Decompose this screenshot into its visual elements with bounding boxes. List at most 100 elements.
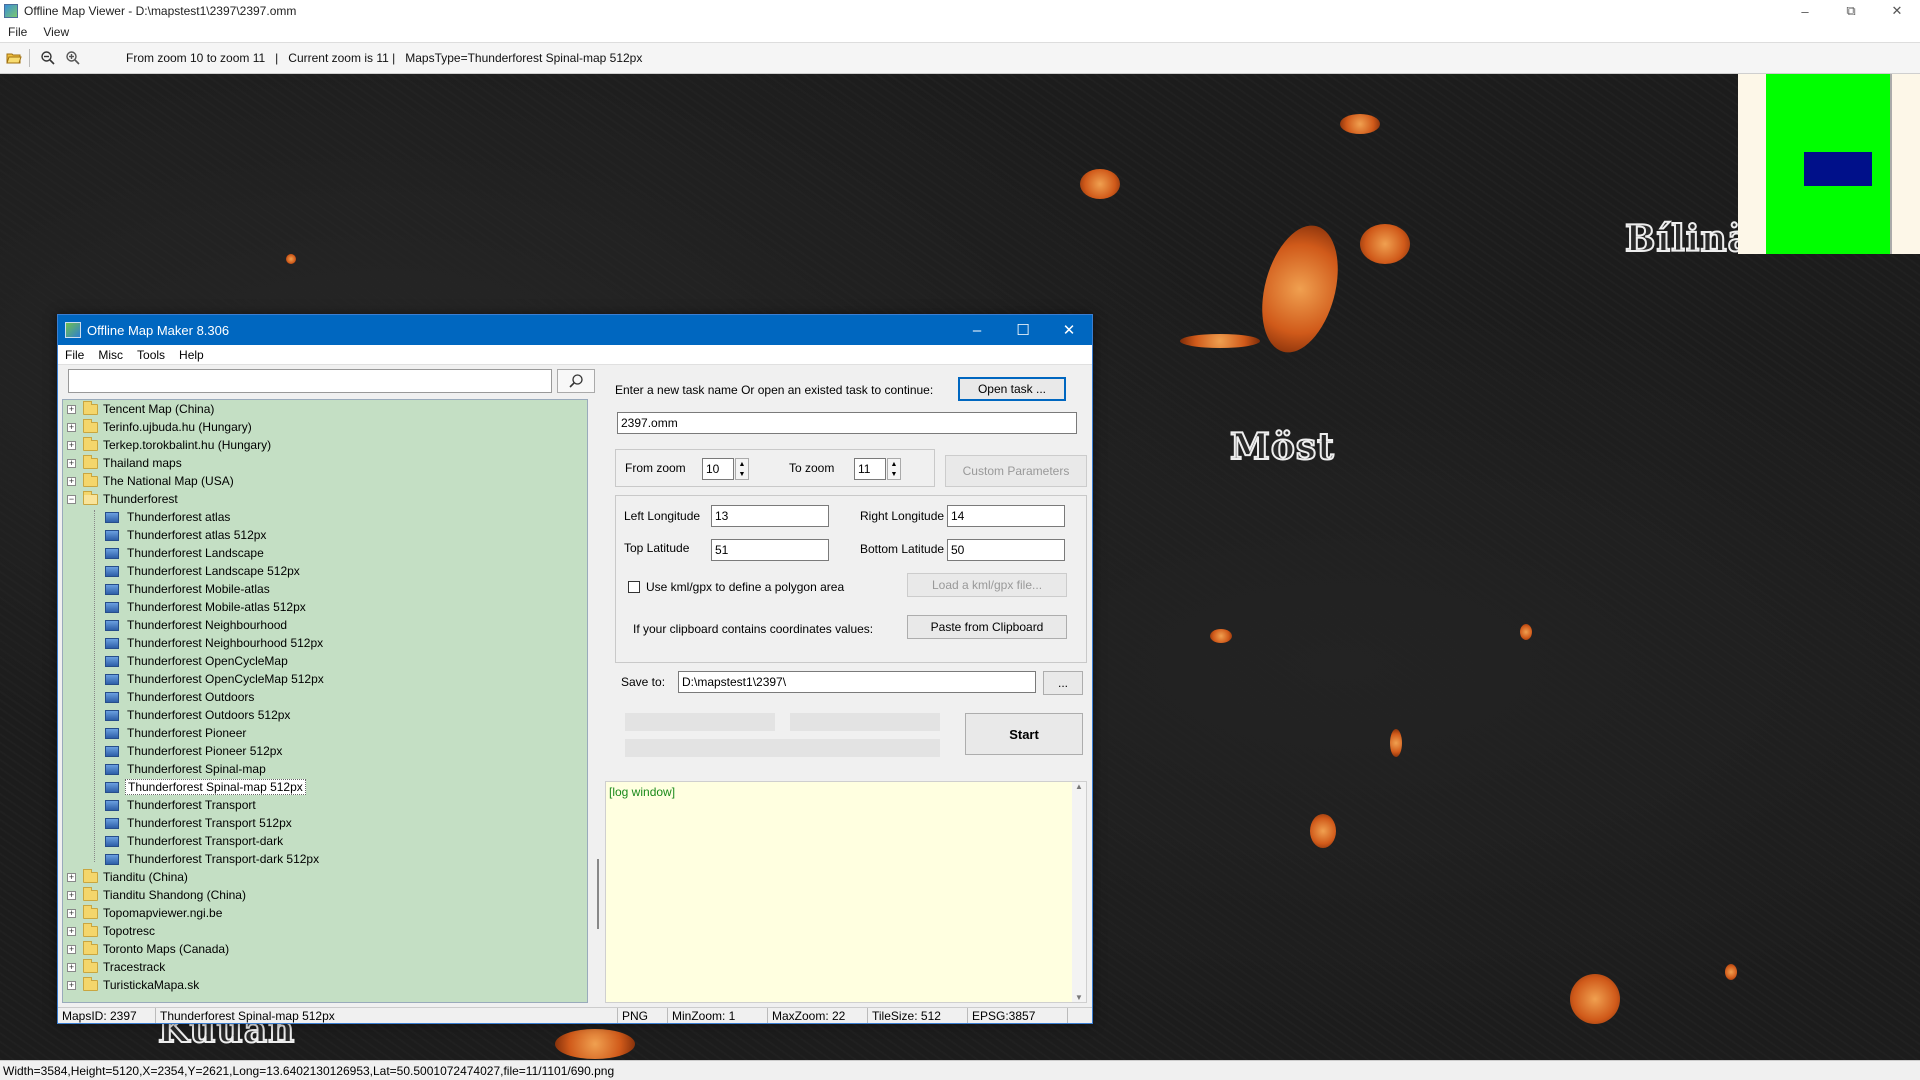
expand-icon[interactable]: + [67, 440, 76, 450]
tree-map-item[interactable]: Thunderforest Transport-dark 512px [63, 850, 587, 868]
menu-view[interactable]: View [35, 25, 77, 39]
tree-folder-item[interactable]: + Tianditu (China) [63, 868, 587, 886]
tree-map-item[interactable]: Thunderforest atlas 512px [63, 526, 587, 544]
tree-folder-item[interactable]: + Terinfo.ujbuda.hu (Hungary) [63, 418, 587, 436]
tree-map-item[interactable]: Thunderforest Transport 512px [63, 814, 587, 832]
log-window[interactable]: [log window] ▲ ▼ [605, 781, 1087, 1003]
scroll-down-icon[interactable]: ▼ [1075, 993, 1083, 1002]
tree-folder-item[interactable]: − Thunderforest [63, 490, 587, 508]
tree-folder-item[interactable]: + Terkep.torokbalint.hu (Hungary) [63, 436, 587, 454]
task-name-field[interactable]: 2397.omm [617, 412, 1077, 434]
tree-map-item[interactable]: Thunderforest Spinal-map 512px [63, 778, 587, 796]
expand-icon[interactable]: + [67, 980, 76, 990]
tree-folder-item[interactable]: + Thailand maps [63, 454, 587, 472]
browse-folder-button[interactable]: ... [1043, 671, 1083, 695]
tree-folder-item[interactable]: + TuristickaMapa.sk [63, 976, 587, 994]
map-source-tree[interactable]: + Tencent Map (China) + Terinfo.ujbuda.hu (… [62, 399, 588, 1003]
expand-icon[interactable]: + [67, 476, 76, 486]
tree-map-item[interactable]: Thunderforest atlas [63, 508, 587, 526]
tree-folder-item[interactable]: + Tencent Map (China) [63, 400, 587, 418]
search-button[interactable] [557, 369, 595, 393]
minimap-viewport[interactable] [1804, 152, 1872, 186]
tree-map-item[interactable]: Thunderforest Transport-dark [63, 832, 587, 850]
expand-icon[interactable]: + [67, 872, 76, 882]
tree-folder-item[interactable]: + Toronto Maps (Canada) [63, 940, 587, 958]
tree-folder-item[interactable]: + The National Map (USA) [63, 472, 587, 490]
spin-up-icon[interactable]: ▲ [891, 461, 898, 468]
start-button[interactable]: Start [965, 713, 1083, 755]
tree-map-item[interactable]: Thunderforest OpenCycleMap 512px [63, 670, 587, 688]
tree-item-label: TuristickaMapa.sk [103, 978, 200, 992]
folder-icon [83, 958, 98, 973]
tree-map-item[interactable]: Thunderforest Transport [63, 796, 587, 814]
top-latitude-field[interactable]: 51 [711, 539, 829, 561]
dialog-close-icon[interactable]: ✕ [1046, 315, 1092, 345]
custom-parameters-button[interactable]: Custom Parameters [945, 455, 1087, 487]
dialog-minimize-icon[interactable]: – [954, 315, 1000, 345]
tree-map-item[interactable]: Thunderforest Pioneer [63, 724, 587, 742]
expand-icon[interactable]: + [67, 908, 76, 918]
dialog-menu-misc[interactable]: Misc [91, 348, 130, 362]
paste-clipboard-button[interactable]: Paste from Clipboard [907, 615, 1067, 639]
tree-map-item[interactable]: Thunderforest Landscape 512px [63, 562, 587, 580]
folder-icon [83, 886, 98, 901]
from-zoom-spinner[interactable]: ▲ ▼ [735, 458, 749, 480]
tree-scroll-thumb[interactable] [597, 859, 599, 929]
minimize-icon[interactable]: – [1782, 0, 1828, 22]
dialog-menu-tools[interactable]: Tools [130, 348, 172, 362]
save-to-field[interactable]: D:\mapstest1\2397\ [678, 671, 1036, 693]
dialog-titlebar: Offline Map Maker 8.306 – ☐ ✕ [58, 315, 1092, 345]
expand-icon[interactable]: + [67, 422, 76, 432]
collapse-icon[interactable]: − [67, 494, 76, 504]
viewer-menubar: File View [0, 22, 1920, 42]
tree-map-item[interactable]: Thunderforest Mobile-atlas 512px [63, 598, 587, 616]
tree-map-item[interactable]: Thunderforest Pioneer 512px [63, 742, 587, 760]
minimap[interactable] [1738, 74, 1920, 254]
tree-folder-item[interactable]: + Topotresc [63, 922, 587, 940]
tree-folder-item[interactable]: + Tianditu Shandong (China) [63, 886, 587, 904]
tree-map-item[interactable]: Thunderforest OpenCycleMap [63, 652, 587, 670]
open-folder-icon[interactable] [3, 47, 25, 69]
close-icon[interactable]: ✕ [1874, 0, 1920, 22]
map-search-input[interactable] [68, 369, 552, 393]
spin-up-icon[interactable]: ▲ [739, 461, 746, 468]
tree-map-item[interactable]: Thunderforest Neighbourhood 512px [63, 634, 587, 652]
from-zoom-field[interactable]: 10 [702, 458, 734, 480]
scroll-up-icon[interactable]: ▲ [1075, 782, 1083, 791]
tree-map-item[interactable]: Thunderforest Outdoors [63, 688, 587, 706]
expand-icon[interactable]: + [67, 962, 76, 972]
right-longitude-field[interactable]: 14 [947, 505, 1065, 527]
dialog-maximize-icon[interactable]: ☐ [1000, 315, 1046, 345]
tree-map-item[interactable]: Thunderforest Neighbourhood [63, 616, 587, 634]
map-icon [105, 583, 119, 595]
tree-map-item[interactable]: Thunderforest Mobile-atlas [63, 580, 587, 598]
kml-polygon-checkbox[interactable] [628, 581, 640, 593]
spin-down-icon[interactable]: ▼ [891, 471, 898, 478]
expand-icon[interactable]: + [67, 890, 76, 900]
restore-icon[interactable]: ⧉ [1828, 0, 1874, 22]
left-longitude-field[interactable]: 13 [711, 505, 829, 527]
expand-icon[interactable]: + [67, 926, 76, 936]
log-scrollbar[interactable]: ▲ ▼ [1072, 782, 1086, 1002]
map-feature [1340, 114, 1380, 134]
bottom-latitude-field[interactable]: 50 [947, 539, 1065, 561]
dialog-menu-help[interactable]: Help [172, 348, 211, 362]
tree-folder-item[interactable]: + Tracestrack [63, 958, 587, 976]
expand-icon[interactable]: + [67, 458, 76, 468]
load-kml-button[interactable]: Load a kml/gpx file... [907, 573, 1067, 597]
expand-icon[interactable]: + [67, 404, 76, 414]
folder-icon [83, 400, 98, 415]
zoom-in-icon[interactable] [62, 47, 84, 69]
open-task-button[interactable]: Open task ... [958, 377, 1066, 401]
tree-folder-item[interactable]: + Topomapviewer.ngi.be [63, 904, 587, 922]
tree-map-item[interactable]: Thunderforest Spinal-map [63, 760, 587, 778]
tree-map-item[interactable]: Thunderforest Outdoors 512px [63, 706, 587, 724]
tree-map-item[interactable]: Thunderforest Landscape [63, 544, 587, 562]
dialog-menu-file[interactable]: File [58, 348, 91, 362]
zoom-out-icon[interactable] [37, 47, 59, 69]
to-zoom-spinner[interactable]: ▲ ▼ [887, 458, 901, 480]
spin-down-icon[interactable]: ▼ [739, 471, 746, 478]
to-zoom-field[interactable]: 11 [854, 458, 886, 480]
menu-file[interactable]: File [0, 25, 35, 39]
expand-icon[interactable]: + [67, 944, 76, 954]
